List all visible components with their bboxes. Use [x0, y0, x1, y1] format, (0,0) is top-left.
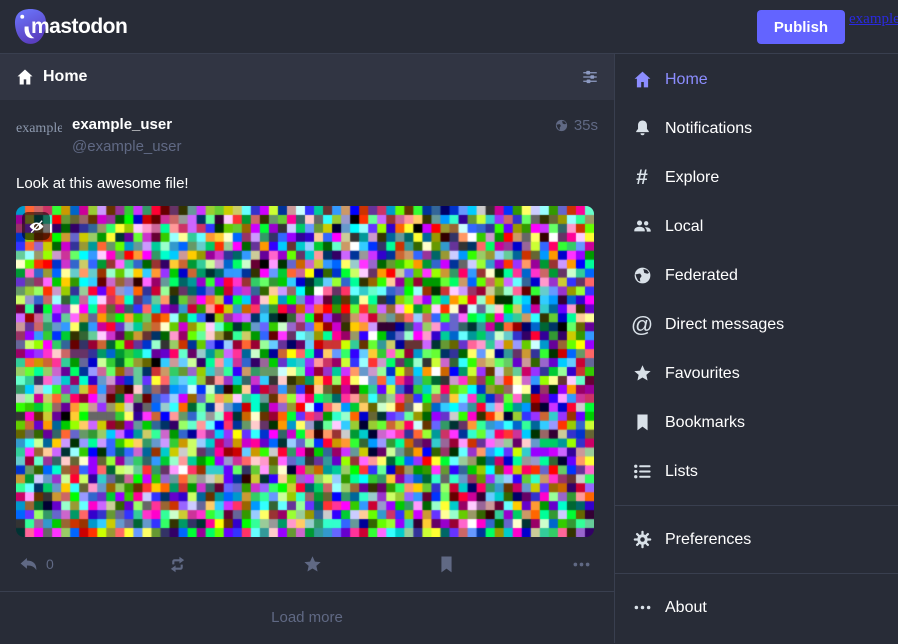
attachment-image[interactable]	[16, 206, 594, 537]
display-name: example_user	[72, 114, 554, 136]
top-bar: mastodon Publish example_user	[0, 0, 898, 54]
status-action-bar: 0	[16, 537, 598, 591]
star-icon	[630, 362, 654, 386]
bookmark-icon	[630, 411, 654, 435]
column-title: Home	[43, 68, 581, 86]
sidebar-item-label: Preferences	[665, 531, 751, 549]
media-attachment[interactable]	[16, 206, 594, 537]
status: example_user example_user @example_user …	[0, 100, 614, 592]
ellipsis-icon	[630, 596, 654, 620]
publish-button[interactable]: Publish	[757, 10, 845, 44]
sidebar-item-about[interactable]: About	[615, 583, 898, 632]
sidebar-item-bookmarks[interactable]: Bookmarks	[615, 398, 898, 447]
account-handle: @example_user	[72, 136, 554, 158]
home-timeline-column: Home example_user example_user @example_…	[0, 54, 614, 643]
home-icon	[630, 68, 654, 92]
main-layout: Home example_user example_user @example_…	[0, 54, 898, 643]
navigation-sidebar: Home Notifications # Explore Local	[614, 54, 898, 643]
bookmark-button[interactable]	[436, 554, 457, 575]
boost-button[interactable]	[167, 554, 188, 575]
at-icon: @	[630, 313, 654, 337]
sidebar-divider	[615, 505, 898, 506]
bookmark-icon	[436, 554, 457, 575]
users-icon	[630, 215, 654, 239]
sidebar-item-label: Lists	[665, 463, 698, 481]
sidebar-item-label: Notifications	[665, 120, 752, 138]
avatar[interactable]: example_user	[16, 114, 62, 160]
sidebar-item-notifications[interactable]: Notifications	[615, 104, 898, 153]
sidebar-item-favourites[interactable]: Favourites	[615, 349, 898, 398]
status-meta[interactable]: 35s	[554, 114, 598, 134]
hashtag-icon: #	[630, 166, 654, 190]
home-icon	[15, 67, 35, 87]
sidebar-item-label: About	[665, 599, 707, 617]
sidebar-item-label: Bookmarks	[665, 414, 745, 432]
reply-count: 0	[46, 556, 54, 572]
timestamp: 35s	[574, 117, 598, 134]
mastodon-logo[interactable]: mastodon	[14, 8, 127, 45]
sidebar-item-federated[interactable]: Federated	[615, 251, 898, 300]
status-content: Look at this awesome file!	[16, 174, 598, 194]
globe-icon	[630, 264, 654, 288]
sidebar-item-label: Federated	[665, 267, 738, 285]
sidebar-item-preferences[interactable]: Preferences	[615, 515, 898, 564]
reply-button[interactable]: 0	[18, 554, 54, 575]
visibility-globe-icon	[554, 118, 569, 133]
reply-icon	[18, 554, 39, 575]
sidebar-item-label: Explore	[665, 169, 719, 187]
sidebar-item-home[interactable]: Home	[615, 55, 898, 104]
sidebar-item-label: Favourites	[665, 365, 740, 383]
list-icon	[630, 460, 654, 484]
account-names[interactable]: example_user @example_user	[72, 114, 554, 158]
sidebar-item-label: Local	[665, 218, 703, 236]
gear-icon	[630, 528, 654, 552]
star-icon	[302, 554, 323, 575]
boost-icon	[167, 554, 188, 575]
media-hide-button[interactable]	[22, 212, 50, 240]
sidebar-item-label: Home	[665, 71, 708, 89]
sidebar-item-lists[interactable]: Lists	[615, 447, 898, 496]
corner-user-link[interactable]: example_user	[849, 11, 898, 28]
sidebar-divider	[615, 573, 898, 574]
sidebar-item-explore[interactable]: # Explore	[615, 153, 898, 202]
bell-icon	[630, 117, 654, 141]
eye-slash-icon	[28, 218, 45, 235]
status-header: example_user example_user @example_user …	[16, 114, 598, 160]
column-header[interactable]: Home	[0, 54, 614, 100]
favourite-button[interactable]	[302, 554, 323, 575]
column-settings-icon[interactable]	[581, 68, 599, 86]
ellipsis-icon	[571, 554, 592, 575]
sidebar-item-label: Direct messages	[665, 316, 784, 334]
more-button[interactable]	[571, 554, 592, 575]
load-more-button[interactable]: Load more	[0, 592, 614, 642]
logo-wordmark: mastodon	[31, 15, 127, 39]
sidebar-item-local[interactable]: Local	[615, 202, 898, 251]
sidebar-item-direct-messages[interactable]: @ Direct messages	[615, 300, 898, 349]
